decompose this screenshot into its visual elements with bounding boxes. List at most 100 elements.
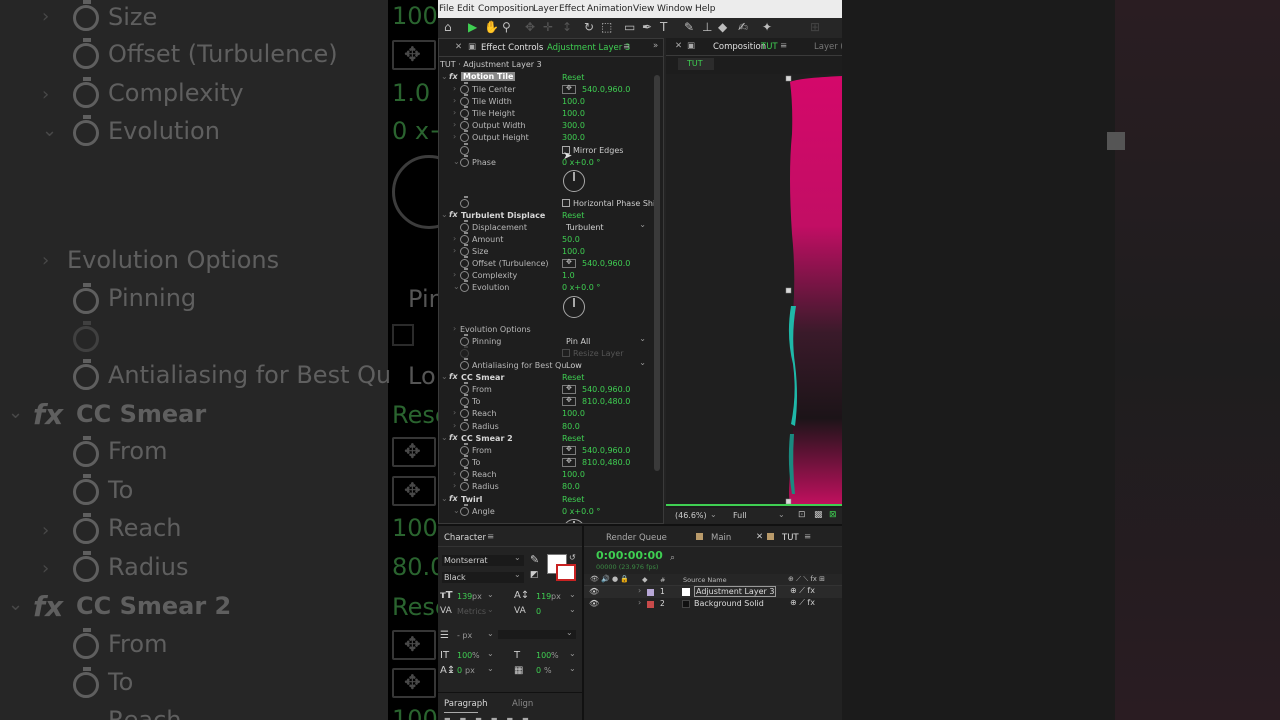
mask-visibility-icon[interactable]: ⊠ bbox=[829, 510, 837, 520]
fx-icon[interactable]: fx bbox=[449, 494, 458, 503]
value-size[interactable]: 100.0 bbox=[562, 247, 585, 256]
value-tile-width[interactable]: 100.0 bbox=[562, 97, 585, 106]
comp-lock-icon[interactable]: ▣ bbox=[687, 41, 695, 51]
stopwatch-icon[interactable] bbox=[460, 256, 469, 268]
phase-dial-icon[interactable] bbox=[563, 170, 585, 192]
effect-cc-smear-2[interactable]: CC Smear 2 bbox=[461, 434, 513, 443]
stopwatch-icon[interactable] bbox=[460, 467, 469, 479]
value-angle[interactable]: 0 x+0.0 ° bbox=[562, 507, 600, 516]
value-offset[interactable]: 540.0,960.0 bbox=[582, 259, 630, 268]
effect-controls-layer-name[interactable]: Adjustment Layer 3 bbox=[547, 43, 630, 53]
stopwatch-icon[interactable] bbox=[460, 143, 469, 155]
expand-icon[interactable]: › bbox=[453, 421, 456, 430]
home-icon[interactable]: ⌂ bbox=[444, 20, 452, 34]
timeline-layer-row[interactable]: 👁 › 2 Background Solid ⊕ ⟋ fx bbox=[584, 598, 842, 610]
timeline-menu-icon[interactable]: ≡ bbox=[804, 532, 811, 542]
effect-turbulent-displace[interactable]: Turbulent Displace bbox=[461, 211, 545, 220]
composition-tab[interactable]: Composition bbox=[713, 42, 766, 52]
value-tile-height[interactable]: 100.0 bbox=[562, 109, 585, 118]
visibility-eye-icon[interactable]: 👁 bbox=[589, 587, 599, 596]
point-control-icon[interactable] bbox=[562, 445, 576, 455]
expand-icon[interactable]: › bbox=[453, 481, 456, 490]
comp-subtab[interactable]: TUT bbox=[678, 58, 714, 70]
stopwatch-icon[interactable] bbox=[460, 280, 469, 292]
brush-tool-icon[interactable]: ✎ bbox=[684, 20, 694, 34]
stopwatch-icon[interactable] bbox=[460, 130, 469, 142]
value-phase[interactable]: 0 x+0.0 ° bbox=[562, 158, 600, 167]
collapse-icon[interactable]: ⌄ bbox=[441, 433, 448, 442]
stopwatch-icon[interactable] bbox=[460, 419, 469, 431]
swap-colors-icon[interactable]: ◩ bbox=[530, 570, 539, 580]
swap-fill-stroke-icon[interactable]: ↺ bbox=[569, 553, 576, 562]
search-icon[interactable]: ⌕ bbox=[670, 553, 675, 563]
font-size-value[interactable]: 139 bbox=[457, 592, 472, 601]
reset-twirl[interactable]: Reset bbox=[562, 495, 584, 504]
resolution-dropdown[interactable]: Full bbox=[733, 511, 747, 520]
expand-layer-icon[interactable]: › bbox=[638, 586, 641, 595]
close-panel-icon[interactable]: ✕ bbox=[455, 42, 462, 52]
stopwatch-icon[interactable] bbox=[460, 358, 469, 370]
magnification-chevron-icon[interactable]: ⌄ bbox=[710, 510, 717, 519]
chevron-down-icon[interactable]: ⌄ bbox=[487, 605, 494, 614]
value-reach[interactable]: 100.0 bbox=[562, 409, 585, 418]
stopwatch-icon[interactable] bbox=[460, 118, 469, 130]
expand-icon[interactable]: › bbox=[453, 246, 456, 255]
value-radius-2[interactable]: 80.0 bbox=[562, 482, 580, 491]
visibility-eye-icon[interactable]: 👁 bbox=[589, 599, 599, 608]
character-panel-menu-icon[interactable]: ≡ bbox=[487, 532, 494, 542]
collapse-icon[interactable]: ⌄ bbox=[441, 494, 448, 503]
selection-tool-icon[interactable]: ▶ bbox=[468, 20, 477, 34]
paragraph-tab[interactable]: Paragraph bbox=[444, 699, 488, 709]
horizontal-scale-value[interactable]: 100 bbox=[536, 651, 551, 660]
composition-viewer[interactable] bbox=[666, 74, 842, 506]
value-reach-2[interactable]: 100.0 bbox=[562, 470, 585, 479]
source-name-header[interactable]: Source Name bbox=[683, 576, 727, 584]
current-time-display[interactable]: 0:00:00:00 bbox=[596, 549, 663, 562]
menu-edit[interactable]: Edit bbox=[457, 4, 474, 14]
layer-tab[interactable]: Layer ( bbox=[814, 42, 842, 52]
puppet-tool-icon[interactable]: ✦ bbox=[762, 20, 772, 34]
dolly-tool-icon[interactable]: ↕ bbox=[562, 20, 572, 34]
roto-brush-icon[interactable]: ✍ bbox=[738, 20, 748, 34]
expand-icon[interactable]: › bbox=[453, 270, 456, 279]
tracking-value[interactable]: 0 bbox=[536, 607, 541, 616]
stopwatch-icon[interactable] bbox=[460, 196, 469, 208]
value-evolution[interactable]: 0 x+0.0 ° bbox=[562, 283, 600, 292]
expand-icon[interactable]: › bbox=[453, 120, 456, 129]
stopwatch-icon[interactable] bbox=[460, 268, 469, 280]
stopwatch-icon[interactable] bbox=[460, 443, 469, 455]
chevron-down-icon[interactable]: ⌄ bbox=[569, 664, 576, 673]
magnification-dropdown[interactable]: (46.6%) bbox=[675, 511, 707, 520]
expand-icon[interactable]: › bbox=[453, 108, 456, 117]
menu-file[interactable]: File bbox=[439, 4, 454, 14]
pinning-dropdown[interactable]: Pin All bbox=[566, 334, 648, 348]
value-radius[interactable]: 80.0 bbox=[562, 422, 580, 431]
leading-value[interactable]: 119 bbox=[536, 592, 551, 601]
collapse-icon[interactable]: ⌄ bbox=[453, 282, 460, 291]
prop-evolution-options[interactable]: Evolution Options bbox=[460, 325, 531, 334]
tut-tab[interactable]: TUT bbox=[782, 533, 799, 543]
menu-window[interactable]: Window bbox=[657, 4, 693, 14]
chevron-down-icon[interactable]: ⌄ bbox=[487, 590, 494, 599]
collapse-icon[interactable]: ⌄ bbox=[441, 72, 448, 81]
expand-icon[interactable]: › bbox=[453, 96, 456, 105]
fx-icon[interactable]: fx bbox=[449, 210, 458, 219]
hand-tool-icon[interactable]: ✋ bbox=[484, 20, 499, 34]
fx-icon[interactable]: fx bbox=[449, 72, 458, 81]
collapse-icon[interactable]: ⌄ bbox=[441, 210, 448, 219]
close-panel-icon[interactable]: ✕ bbox=[675, 41, 682, 51]
chevron-down-icon[interactable]: ⌄ bbox=[487, 629, 494, 638]
horizontal-phase-checkbox[interactable] bbox=[562, 199, 570, 207]
stopwatch-icon[interactable] bbox=[460, 155, 469, 167]
type-tool-icon[interactable]: T bbox=[660, 20, 667, 34]
expand-icon[interactable]: › bbox=[453, 84, 456, 93]
value-complexity[interactable]: 1.0 bbox=[562, 271, 575, 280]
layer-switches-icon[interactable]: ⊕ ⟋ fx bbox=[790, 586, 815, 596]
font-family-dropdown[interactable]: Montserrat ⌄ bbox=[442, 553, 524, 566]
point-control-icon[interactable] bbox=[562, 396, 576, 406]
reset-turbulent-displace[interactable]: Reset bbox=[562, 211, 584, 220]
point-control-icon[interactable] bbox=[562, 84, 576, 94]
effect-panel-scrollbar[interactable] bbox=[654, 75, 660, 471]
collapse-icon[interactable]: ⌄ bbox=[441, 372, 448, 381]
eyedropper-icon[interactable]: ✎ bbox=[530, 553, 539, 566]
